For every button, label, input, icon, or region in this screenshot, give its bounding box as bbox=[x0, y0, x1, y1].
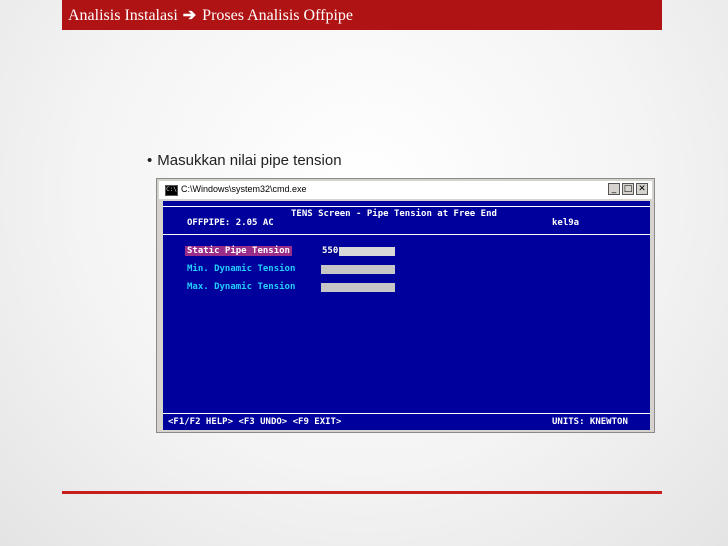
static-tension-value: 550 bbox=[321, 246, 340, 256]
slide-title-part2: Proses Analisis Offpipe bbox=[202, 7, 353, 24]
close-button[interactable]: ✕ bbox=[636, 183, 648, 195]
program-version: OFFPIPE: 2.05 AC bbox=[187, 218, 274, 228]
user-name: kel9a bbox=[552, 218, 580, 228]
cmd-app-icon[interactable]: C:\ bbox=[165, 185, 178, 196]
bullet-icon: • bbox=[147, 152, 153, 169]
cmd-window: C:\ C:\Windows\system32\cmd.exe _ □ ✕ TE… bbox=[156, 178, 655, 433]
maximize-button[interactable]: □ bbox=[622, 183, 634, 195]
function-key-help: <F1/F2 HELP> <F3 UNDO> <F9 EXIT> bbox=[168, 417, 342, 427]
footer-accent-line bbox=[62, 491, 662, 494]
console-screen[interactable]: TENS Screen - Pipe Tension at Free End O… bbox=[163, 201, 650, 430]
min-tension-input[interactable] bbox=[321, 265, 395, 274]
header-top-rule bbox=[163, 206, 650, 207]
max-tension-label: Max. Dynamic Tension bbox=[187, 282, 296, 292]
static-tension-label: Static Pipe Tension bbox=[185, 246, 292, 256]
field-row-static-tension[interactable]: Static Pipe Tension bbox=[185, 246, 292, 256]
slide-title-part1: Analisis Instalasi bbox=[68, 7, 178, 24]
slide-title-bar: Analisis Instalasi ➔ Proses Analisis Offpi… bbox=[62, 0, 662, 30]
cmd-window-title: C:\Windows\system32\cmd.exe bbox=[181, 184, 307, 194]
field-row-max-tension[interactable]: Max. Dynamic Tension bbox=[187, 282, 295, 292]
max-tension-input[interactable] bbox=[321, 283, 395, 292]
min-tension-label: Min. Dynamic Tension bbox=[187, 264, 296, 274]
screen-title: TENS Screen - Pipe Tension at Free End bbox=[291, 209, 497, 219]
static-tension-input[interactable]: 550 bbox=[321, 246, 395, 256]
footer-rule bbox=[163, 413, 650, 414]
arrow-right-icon: ➔ bbox=[182, 7, 197, 24]
bullet-text: Masukkan nilai pipe tension bbox=[157, 152, 342, 169]
minimize-button[interactable]: _ bbox=[608, 183, 620, 195]
bullet-item: • Masukkan nilai pipe tension bbox=[147, 152, 342, 169]
cmd-window-titlebar[interactable]: C:\ C:\Windows\system32\cmd.exe _ □ ✕ bbox=[159, 181, 652, 199]
field-row-min-tension[interactable]: Min. Dynamic Tension bbox=[187, 264, 295, 274]
header-bottom-rule bbox=[163, 234, 650, 235]
units-indicator: UNITS: KNEWTON bbox=[552, 417, 628, 427]
